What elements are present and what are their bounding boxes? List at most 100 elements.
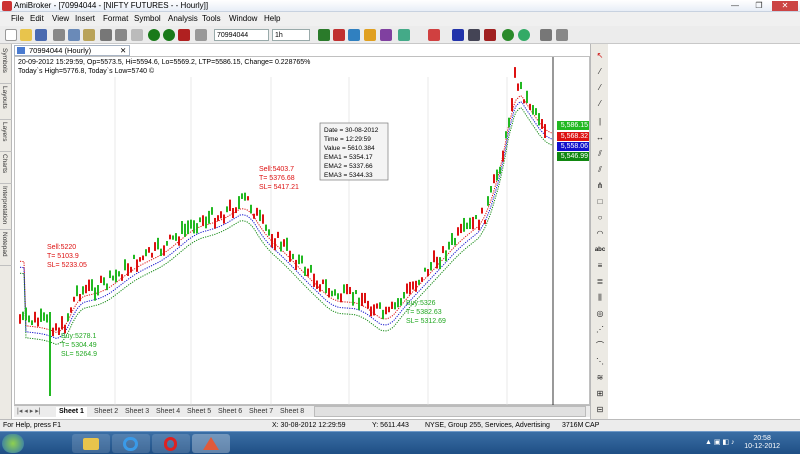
menu-symbol[interactable]: Symbol (134, 14, 161, 23)
opera-taskbar-icon[interactable] (152, 434, 190, 453)
price-bar (184, 223, 186, 237)
zoom-in-icon[interactable] (364, 29, 376, 41)
clock[interactable]: 20:58 10-12-2012 (744, 435, 780, 451)
menu-analysis[interactable]: Analysis (168, 14, 198, 23)
tab-sheet-7[interactable]: Sheet 7 (246, 407, 276, 417)
left-dock-tabs: Symbols Layouts Layers Charts Interpreta… (0, 44, 12, 419)
magnet-icon[interactable] (484, 29, 496, 41)
save-icon[interactable] (35, 29, 47, 41)
document-tab[interactable]: 70994044 (Hourly) ✕ (14, 45, 130, 56)
horizontal-scrollbar[interactable] (314, 406, 586, 417)
back-icon[interactable] (148, 29, 160, 41)
tab-sheet-1[interactable]: Sheet 1 (56, 407, 87, 417)
ellipse-icon[interactable]: ○ (594, 212, 606, 224)
channel-icon[interactable]: ⫽ (594, 164, 606, 176)
candle-chart-icon[interactable] (348, 29, 360, 41)
fib-arcs-icon[interactable]: ◎ (594, 308, 606, 320)
price-bar (268, 229, 270, 236)
grid-icon[interactable] (398, 29, 410, 41)
cycles-icon[interactable]: ⌒ (594, 340, 606, 352)
menu-file[interactable]: File (11, 14, 24, 23)
ray-icon[interactable]: ⁄ (594, 82, 606, 94)
menu-view[interactable]: View (52, 14, 69, 23)
paste-icon[interactable] (83, 29, 95, 41)
tab-layers[interactable]: Layers (0, 120, 12, 152)
maximize-button[interactable]: ❐ (748, 1, 770, 11)
symbol-combo[interactable]: 70994044 (214, 29, 269, 41)
close-button[interactable]: ✕ (772, 1, 798, 11)
sheet-nav-arrows[interactable]: |◂ ◂ ▸ ▸| (14, 407, 52, 417)
play-icon[interactable] (518, 29, 530, 41)
menu-help[interactable]: Help (264, 14, 280, 23)
fib-timezones-icon[interactable]: ⫼ (594, 292, 606, 304)
vertical-line-icon[interactable]: | (594, 116, 606, 128)
tab-symbols[interactable]: Symbols (0, 46, 12, 84)
minimize-button[interactable]: — (724, 1, 746, 11)
tab-sheet-5[interactable]: Sheet 5 (184, 407, 214, 417)
redo-icon[interactable] (115, 29, 127, 41)
stop-icon[interactable] (178, 29, 190, 41)
fibonacci-icon[interactable]: ≡ (594, 260, 606, 272)
tab-charts[interactable]: Charts (0, 152, 12, 184)
rectangle-icon[interactable]: □ (594, 196, 606, 208)
forward-icon[interactable] (163, 29, 175, 41)
explorer-taskbar-icon[interactable] (72, 434, 110, 453)
line-chart-icon[interactable] (333, 29, 345, 41)
new-icon[interactable] (5, 29, 17, 41)
tab-sheet-8[interactable]: Sheet 8 (277, 407, 307, 417)
arc-icon[interactable]: ◠ (594, 228, 606, 240)
trendline-icon[interactable]: ⁄ (594, 66, 606, 78)
draw-line-icon[interactable] (468, 29, 480, 41)
copy-icon[interactable] (68, 29, 80, 41)
settings-icon[interactable] (540, 29, 552, 41)
link-icon[interactable] (195, 29, 207, 41)
refresh-icon[interactable] (502, 29, 514, 41)
tooltip-date: Date = 30-08-2012 (324, 127, 379, 134)
regression-icon[interactable]: ≋ (594, 372, 606, 384)
formula-icon[interactable] (556, 29, 568, 41)
amibroker-taskbar-icon[interactable] (192, 434, 230, 453)
tab-sheet-4[interactable]: Sheet 4 (153, 407, 183, 417)
horizontal-line-icon[interactable]: ↔ (594, 132, 606, 144)
pencil-icon[interactable] (452, 29, 464, 41)
start-button[interactable] (2, 434, 24, 453)
zoom-out-icon[interactable] (380, 29, 392, 41)
gann-fan-icon[interactable]: ⋰ (594, 324, 606, 336)
tab-sheet-3[interactable]: Sheet 3 (122, 407, 152, 417)
price-bar (91, 279, 93, 291)
lock-icon[interactable] (131, 29, 143, 41)
price-bar (295, 259, 297, 271)
fib-extension-icon[interactable]: ≣ (594, 276, 606, 288)
bar-chart-icon[interactable] (318, 29, 330, 41)
speed-lines-icon[interactable]: ⋱ (594, 356, 606, 368)
price-chart[interactable]: Date = 30-08-2012 Time = 12:29:59 Value … (14, 56, 590, 406)
text-tool-icon[interactable]: abc (594, 244, 606, 256)
eraser-icon[interactable]: ⊟ (594, 404, 606, 416)
grid-tool-icon[interactable]: ⊞ (594, 388, 606, 400)
tooltip-box: Date = 30-08-2012 Time = 12:29:59 Value … (319, 122, 389, 181)
parallel-lines-icon[interactable]: ⫽ (594, 148, 606, 160)
tab-sheet-2[interactable]: Sheet 2 (91, 407, 121, 417)
menu-window[interactable]: Window (229, 14, 257, 23)
select-arrow-icon[interactable]: ↖ (594, 50, 606, 62)
interval-combo[interactable]: 1h (272, 29, 310, 41)
print-icon[interactable] (53, 29, 65, 41)
tab-sheet-6[interactable]: Sheet 6 (215, 407, 245, 417)
price-bar (427, 269, 429, 277)
price-bar (181, 221, 183, 235)
menu-edit[interactable]: Edit (30, 14, 44, 23)
menu-tools[interactable]: Tools (202, 14, 221, 23)
open-icon[interactable] (20, 29, 32, 41)
tab-interpretation[interactable]: Interpretation (0, 184, 12, 230)
extended-line-icon[interactable]: ⁄ (594, 98, 606, 110)
menu-insert[interactable]: Insert (75, 14, 95, 23)
internet-explorer-taskbar-icon[interactable] (112, 434, 150, 453)
tab-notepad[interactable]: Notepad (0, 230, 12, 266)
close-doc-icon[interactable]: ✕ (120, 46, 126, 55)
pitchfork-icon[interactable]: ⋔ (594, 180, 606, 192)
price-bar (388, 306, 390, 313)
tab-layouts[interactable]: Layouts (0, 84, 12, 120)
menu-format[interactable]: Format (103, 14, 128, 23)
color-icon[interactable] (428, 29, 440, 41)
undo-icon[interactable] (100, 29, 112, 41)
